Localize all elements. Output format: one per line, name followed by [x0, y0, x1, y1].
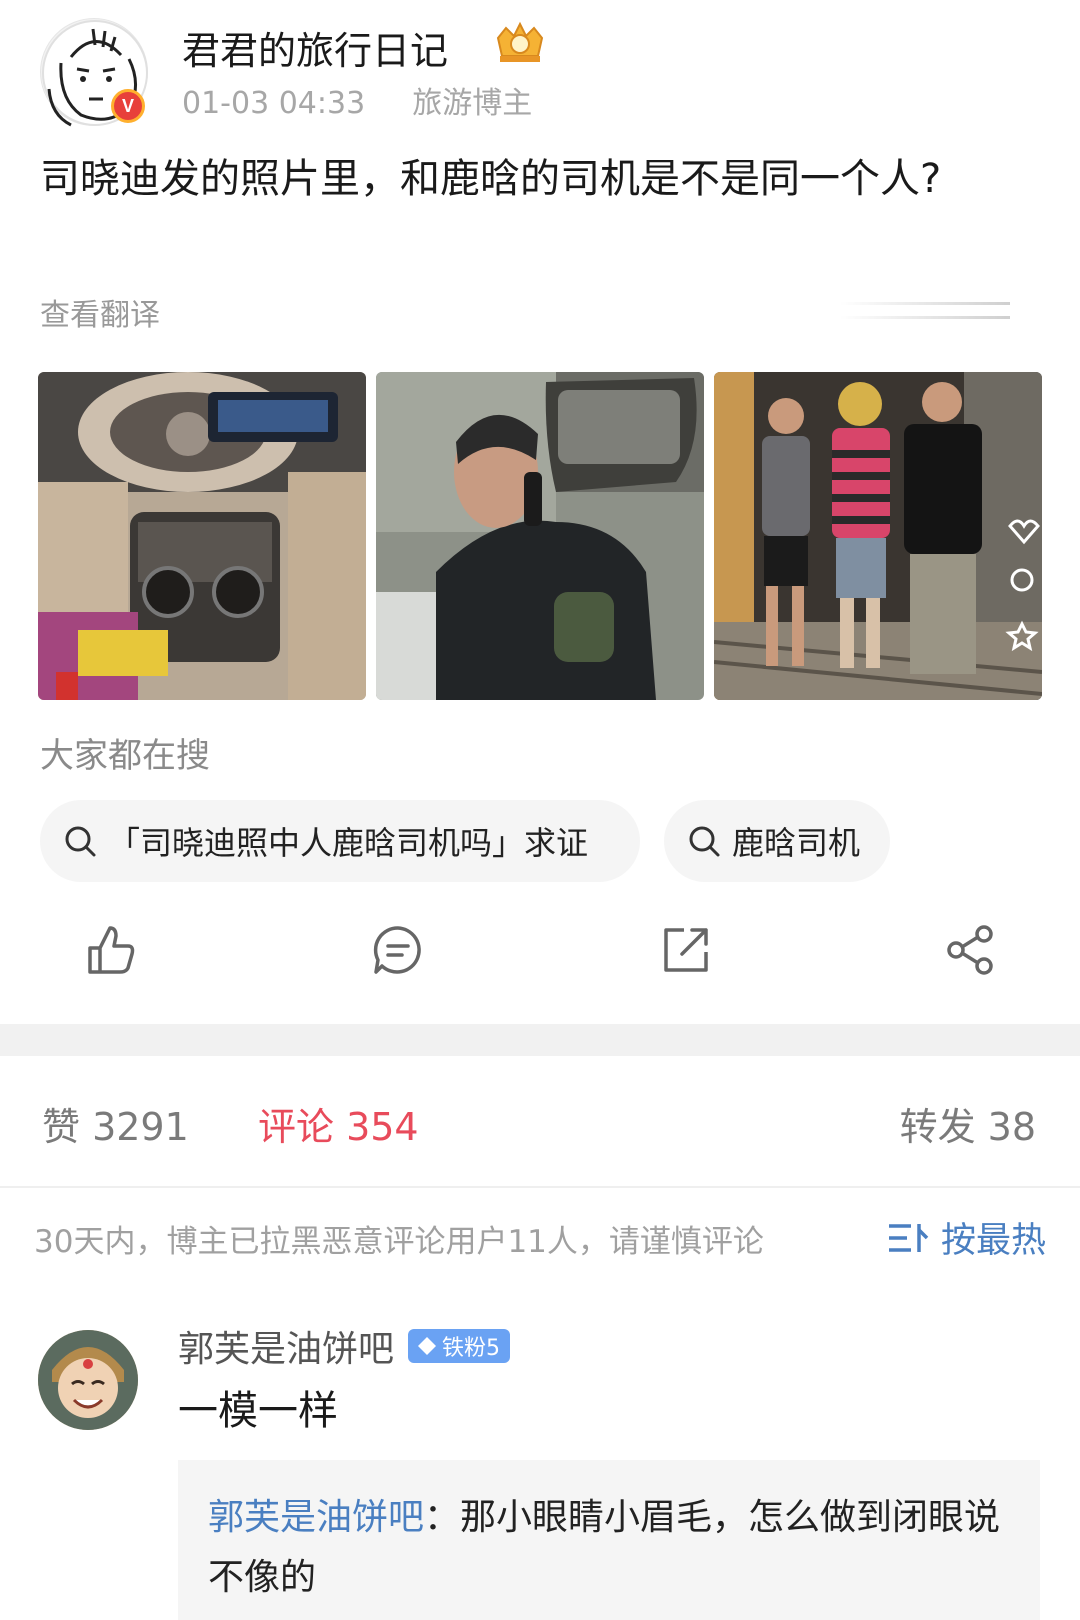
search-icon	[65, 826, 96, 857]
search-icon	[689, 826, 720, 857]
search-chip-label: 「司晓迪照中人鹿晗司机吗」求证	[108, 824, 589, 862]
post-date: 01-03 04:33	[182, 86, 366, 121]
post-text: 司晓迪发的照片里，和鹿晗的司机是不是同一个人?	[40, 156, 942, 202]
search-chip-2[interactable]: 鹿晗司机	[664, 800, 890, 882]
moderation-notice: 30天内，博主已拉黑恶意评论用户11人，请谨慎评论	[34, 1224, 764, 1260]
trending-search-title: 大家都在搜	[40, 736, 210, 776]
diamond-icon	[418, 1337, 437, 1355]
commenter-avatar[interactable]	[38, 1330, 138, 1430]
commenter-name[interactable]: 郭芙是油饼吧	[178, 1320, 394, 1372]
like-icon[interactable]	[80, 920, 140, 980]
section-divider	[0, 1024, 1080, 1056]
crown-badge-icon[interactable]	[490, 18, 550, 66]
translate-fade-decoration	[840, 302, 1010, 319]
sort-label: 按最热	[940, 1221, 1046, 1261]
stats-tabs: 赞 3291 评论 354 转发 38	[0, 1096, 1080, 1160]
comment-text: 一模一样	[178, 1388, 338, 1434]
stats-divider	[0, 1186, 1080, 1188]
fan-badge-label: 铁粉5	[442, 1336, 501, 1361]
search-chip-label: 鹿晗司机	[732, 824, 861, 862]
verified-badge-icon: V	[111, 89, 145, 123]
tab-reposts[interactable]: 转发 38	[900, 1096, 1036, 1151]
author-avatar[interactable]: V	[40, 18, 148, 127]
man-on-phone-photo[interactable]	[376, 372, 704, 700]
tab-likes[interactable]: 赞 3291	[42, 1096, 189, 1151]
post-header: V 君君的旅行日记 01-03 04:33 旅游博主	[40, 18, 1040, 128]
weibo-post-page: V 君君的旅行日记 01-03 04:33 旅游博主 司晓迪发的照片里，和鹿晗的…	[0, 0, 1080, 1620]
sort-button[interactable]: 按最热	[887, 1212, 1046, 1263]
tab-comments[interactable]: 评论 354	[258, 1096, 419, 1151]
comment-icon[interactable]	[368, 920, 428, 980]
post-action-bar	[0, 920, 1080, 992]
fan-level-badge[interactable]: 铁粉5	[408, 1329, 511, 1363]
author-role: 旅游博主	[412, 86, 533, 121]
three-men-walking-photo[interactable]	[714, 372, 1042, 700]
reply-author[interactable]: 郭芙是油饼吧	[208, 1497, 424, 1538]
translate-link[interactable]: 查看翻译	[40, 290, 160, 334]
author-name[interactable]: 君君的旅行日记	[182, 20, 448, 75]
share-icon[interactable]	[940, 920, 1000, 980]
search-chip-1[interactable]: 「司晓迪照中人鹿晗司机吗」求证	[40, 800, 640, 882]
reply-preview[interactable]: 郭芙是油饼吧：那小眼睛小眉毛，怎么做到闭眼说不像的	[178, 1460, 1040, 1620]
sort-icon	[888, 1223, 929, 1252]
commenter-info: 郭芙是油饼吧 铁粉5	[178, 1320, 511, 1372]
post-images	[38, 372, 1042, 700]
post-meta: 01-03 04:33 旅游博主	[182, 78, 532, 122]
repost-icon[interactable]	[656, 920, 716, 980]
car-interior-photo[interactable]	[38, 372, 366, 700]
